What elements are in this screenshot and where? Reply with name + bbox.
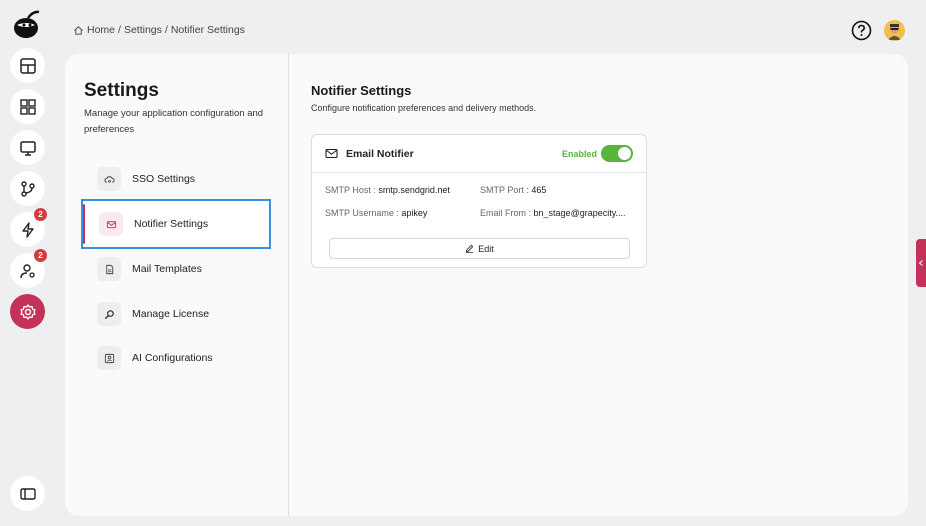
sidebar-title: Settings bbox=[84, 80, 159, 101]
search-key-icon bbox=[97, 302, 121, 326]
status-badge: Enabled bbox=[561, 148, 597, 159]
git-branch-icon bbox=[20, 180, 35, 197]
gear-icon bbox=[19, 303, 36, 320]
settings-sidebar: Settings Manage your application configu… bbox=[65, 54, 289, 516]
breadcrumb-current: Notifier Settings bbox=[170, 24, 245, 36]
rail-workflow-button[interactable] bbox=[10, 171, 45, 206]
breadcrumb-separator: / bbox=[164, 24, 168, 36]
rail-toggle-sidebar-button[interactable] bbox=[10, 476, 45, 511]
collapse-panel-tab[interactable] bbox=[916, 239, 926, 287]
file-icon bbox=[97, 257, 121, 281]
home-icon[interactable] bbox=[73, 25, 84, 36]
sidebar-item-label: SSO Settings bbox=[132, 173, 196, 185]
avatar[interactable] bbox=[884, 20, 905, 41]
rail-monitor-button[interactable] bbox=[10, 130, 45, 165]
rail-activity-button[interactable]: 2 bbox=[10, 208, 47, 247]
edit-button-label: Edit bbox=[478, 243, 494, 254]
email-from-label: Email From : bbox=[480, 208, 532, 218]
breadcrumb-settings[interactable]: Settings bbox=[124, 24, 162, 36]
smtp-username-value: apikey bbox=[401, 208, 428, 218]
lightning-icon bbox=[21, 221, 34, 238]
sidebar-item-manage-license[interactable]: Manage License bbox=[81, 289, 271, 339]
sidebar-item-notifier-settings[interactable]: Notifier Settings bbox=[81, 199, 271, 249]
smtp-username-field: SMTP Username : apikey bbox=[325, 208, 427, 218]
sidebar-description: Manage your application configuration an… bbox=[84, 108, 264, 135]
edit-button[interactable]: Edit bbox=[329, 238, 630, 259]
user-settings-icon bbox=[19, 263, 35, 278]
chevron-left-icon bbox=[918, 260, 923, 266]
rail-users-button[interactable]: 2 bbox=[10, 249, 47, 288]
sidebar-item-sso-settings[interactable]: SSO Settings bbox=[81, 154, 271, 204]
smtp-port-label: SMTP Port : bbox=[480, 185, 529, 195]
card-title: Email Notifier bbox=[346, 147, 414, 160]
breadcrumb-separator: / bbox=[118, 24, 121, 36]
cloud-key-icon bbox=[97, 167, 121, 191]
sidebar-item-label: Notifier Settings bbox=[134, 218, 209, 230]
app-logo-icon[interactable] bbox=[11, 8, 43, 40]
help-icon[interactable] bbox=[851, 20, 872, 41]
ai-icon bbox=[97, 346, 121, 370]
smtp-port-value: 465 bbox=[531, 185, 547, 195]
enabled-toggle[interactable] bbox=[601, 145, 633, 162]
sidebar-item-label: Mail Templates bbox=[132, 263, 202, 275]
breadcrumb: Home / Settings / Notifier Settings bbox=[73, 24, 245, 36]
smtp-port-field: SMTP Port : 465 bbox=[480, 185, 546, 195]
page-description: Configure notification preferences and d… bbox=[311, 103, 537, 113]
activity-badge: 2 bbox=[34, 208, 47, 221]
pencil-icon bbox=[466, 244, 474, 253]
sidebar-item-label: AI Configurations bbox=[132, 352, 213, 364]
rail-settings-button[interactable] bbox=[10, 294, 45, 329]
left-rail: 2 2 bbox=[0, 0, 54, 526]
layout-grid-icon bbox=[19, 57, 36, 74]
smtp-host-value: smtp.sendgrid.net bbox=[378, 185, 450, 195]
email-from-field: Email From : bn_stage@grapecity.... bbox=[480, 208, 626, 218]
monitor-icon bbox=[19, 140, 36, 156]
sidebar-item-ai-configurations[interactable]: AI Configurations bbox=[81, 333, 271, 383]
smtp-host-label: SMTP Host : bbox=[325, 185, 376, 195]
smtp-username-label: SMTP Username : bbox=[325, 208, 399, 218]
page-title: Notifier Settings bbox=[311, 83, 412, 98]
rail-apps-button[interactable] bbox=[10, 89, 45, 124]
sidebar-item-mail-templates[interactable]: Mail Templates bbox=[81, 244, 271, 294]
sidebar-toggle-icon bbox=[19, 487, 36, 500]
card-header: Email Notifier Enabled bbox=[312, 135, 646, 173]
settings-panel: Settings Manage your application configu… bbox=[65, 54, 908, 516]
smtp-host-field: SMTP Host : smtp.sendgrid.net bbox=[325, 185, 450, 195]
mail-icon bbox=[99, 212, 123, 236]
email-notifier-card: Email Notifier Enabled SMTP Host : smtp.… bbox=[311, 134, 647, 268]
apps-icon bbox=[19, 98, 36, 115]
breadcrumb-home[interactable]: Home bbox=[87, 24, 115, 36]
rail-dashboard-button[interactable] bbox=[10, 48, 45, 83]
users-badge: 2 bbox=[34, 249, 47, 262]
mail-icon bbox=[325, 148, 338, 159]
email-from-value: bn_stage@grapecity.... bbox=[533, 208, 626, 218]
sidebar-item-label: Manage License bbox=[132, 308, 210, 320]
